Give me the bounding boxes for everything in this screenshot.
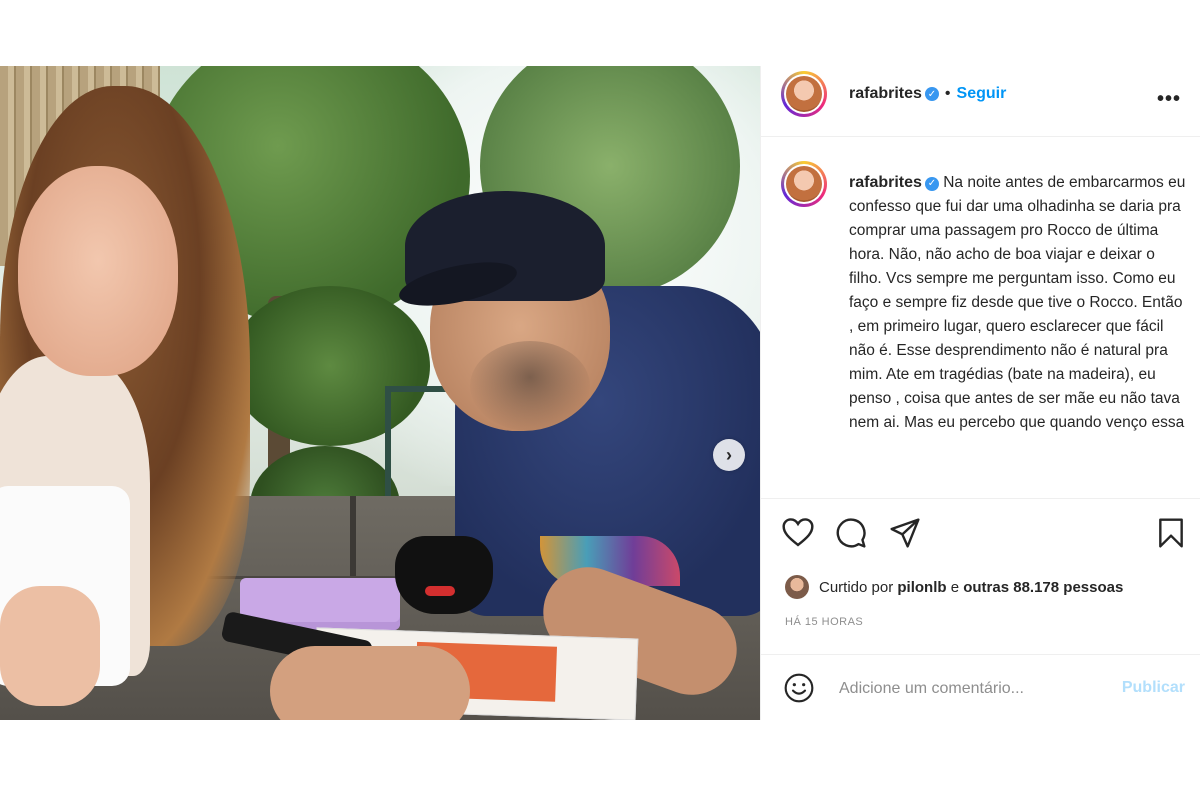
- avatar-ring-inner: [784, 74, 824, 114]
- likes-others-link[interactable]: outras 88.178 pessoas: [963, 579, 1123, 596]
- caption-username[interactable]: rafabrites: [849, 174, 922, 191]
- caption-author-avatar[interactable]: [781, 161, 827, 207]
- avatar-image: [786, 76, 822, 112]
- more-options-icon[interactable]: •••: [1157, 88, 1181, 111]
- avatar-ring-inner: [784, 164, 824, 204]
- photo-woman-face: [18, 166, 178, 376]
- share-icon[interactable]: [889, 517, 921, 549]
- post-photo[interactable]: ›: [0, 66, 760, 720]
- post-side-panel: rafabrites ✓ • Seguir ••• rafabrites ✓ Na…: [760, 66, 1200, 720]
- photo-woman-arm: [0, 586, 100, 706]
- post-actions: Curtido por pilonlb e outras 88.178 pess…: [761, 498, 1200, 721]
- comment-icon[interactable]: [835, 517, 867, 549]
- author-username[interactable]: rafabrites: [849, 85, 922, 103]
- header-user: rafabrites ✓ • Seguir: [849, 85, 1006, 103]
- comment-bar: Publicar: [761, 654, 1200, 722]
- carousel-next-button[interactable]: ›: [713, 439, 745, 471]
- likes-summary: Curtido por pilonlb e outras 88.178 pess…: [785, 575, 1123, 599]
- heart-icon[interactable]: [781, 517, 815, 547]
- author-avatar[interactable]: [781, 71, 827, 117]
- post-timestamp[interactable]: HÁ 15 HORAS: [785, 616, 863, 628]
- avatar-image: [786, 166, 822, 202]
- follow-button[interactable]: Seguir: [957, 85, 1007, 103]
- verified-badge-icon: ✓: [924, 177, 939, 191]
- liker-username[interactable]: pilonlb: [897, 579, 946, 596]
- comment-input[interactable]: [837, 673, 1091, 705]
- likes-connector: e: [950, 578, 960, 596]
- verified-badge-icon: ✓: [924, 87, 939, 101]
- photo-man-beard: [470, 341, 590, 431]
- liker-avatar[interactable]: [785, 575, 809, 599]
- post-header: rafabrites ✓ • Seguir •••: [761, 66, 1200, 137]
- emoji-icon[interactable]: [783, 672, 815, 704]
- publish-button[interactable]: Publicar: [1122, 679, 1185, 697]
- photo-hand: [270, 646, 470, 720]
- likes-prefix: Curtido por: [819, 578, 894, 596]
- bookmark-icon[interactable]: [1157, 517, 1185, 549]
- caption-text: Na noite antes de embarcarmos eu confess…: [849, 174, 1186, 431]
- photo-black-mask: [395, 536, 493, 614]
- caption-body: rafabrites ✓ Na noite antes de embarcarmo…: [849, 171, 1189, 435]
- separator-dot: •: [944, 85, 951, 102]
- chevron-right-icon: ›: [726, 444, 732, 465]
- photo-railing: [385, 386, 461, 502]
- post-caption: rafabrites ✓ Na noite antes de embarcarmo…: [761, 137, 1200, 497]
